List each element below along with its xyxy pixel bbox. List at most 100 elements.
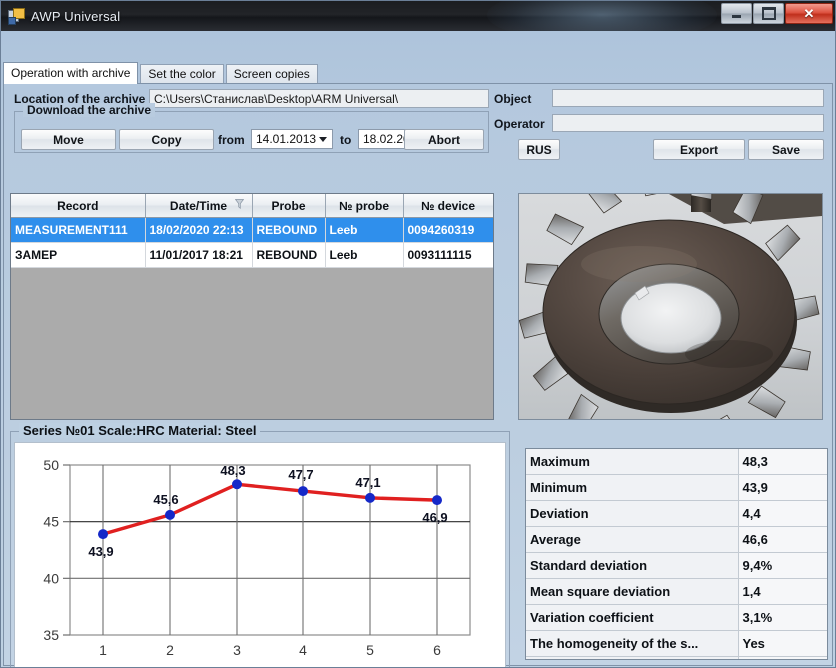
download-archive-group-title: Download the archive [23,103,155,117]
stats-label-homogeneity: The homogeneity of the s... [526,631,738,657]
specimen-photo [518,193,823,420]
point-label-4: 47,7 [288,467,313,482]
stats-label-variation-coefficient: Variation coefficient [526,605,738,631]
operator-input[interactable] [552,114,824,132]
stats-row-standard-deviation: Standard deviation 9,4% [526,553,827,579]
statistics-grid: Maximum 48,3 Minimum 43,9 Deviation 4,4 … [525,448,828,660]
stats-label-average: Average [526,527,738,553]
point-label-5: 47,1 [355,475,380,490]
records-grid-header-row: Record Date/Time Probe № probe [11,194,493,218]
cell-record: ЗАМЕР [11,243,145,268]
column-header-device-number-label: № device [421,199,475,213]
stats-label-maximum: Maximum [526,449,738,475]
stats-row-mean-square-deviation: Mean square deviation 1,4 [526,579,827,605]
svg-text:2: 2 [166,642,174,658]
stats-label-minimum: Minimum [526,475,738,501]
stats-label-standard-deviation: Standard deviation [526,553,738,579]
object-input[interactable] [552,89,824,107]
stats-row-deviation: Deviation 4,4 [526,501,827,527]
minimize-button[interactable] [721,3,752,24]
copy-button[interactable]: Copy [119,129,214,150]
stats-value-deviation: 4,4 [738,501,827,527]
cell-probe-number: Leeb [325,218,403,243]
from-date-value: 14.01.2013 [256,132,316,146]
svg-text:45: 45 [43,514,59,530]
column-header-record[interactable]: Record [11,194,145,218]
stats-value-standard-deviation: 9,4% [738,553,827,579]
column-header-probe-number[interactable]: № probe [325,194,403,218]
title-bar: AWP Universal ✕ [1,1,836,31]
stats-row-variation-coefficient: Variation coefficient 3,1% [526,605,827,631]
stats-row-maximum: Maximum 48,3 [526,449,827,475]
from-date-picker[interactable]: 14.01.2013 [251,129,333,149]
stats-value-number-of-measurements: 6 [738,657,827,661]
column-header-probe-number-label: № probe [339,199,389,213]
maximize-button[interactable] [753,3,784,24]
svg-text:35: 35 [43,627,59,643]
cell-date-time: 18/02/2020 22:13 [145,218,252,243]
operator-label: Operator [494,117,545,131]
cell-device-number: 0093111115 [403,243,493,268]
column-header-probe[interactable]: Probe [252,194,325,218]
stats-row-average: Average 46,6 [526,527,827,553]
stats-value-average: 46,6 [738,527,827,553]
cell-probe: REBOUND [252,218,325,243]
stats-label-deviation: Deviation [526,501,738,527]
table-row[interactable]: ЗАМЕР 11/01/2017 18:21 REBOUND Leeb 0093… [11,243,493,268]
stats-value-minimum: 43,9 [738,475,827,501]
tab-set-the-color[interactable]: Set the color [140,64,223,84]
series-group: Series №01 Scale:HRC Material: Steel [10,431,510,668]
stats-row-minimum: Minimum 43,9 [526,475,827,501]
stats-value-homogeneity: Yes [738,631,827,657]
column-header-date-time[interactable]: Date/Time [145,194,252,218]
tab-strip: Operation with archive Set the color Scr… [3,63,320,84]
point-label-2: 45,6 [153,492,178,507]
cell-device-number: 0094260319 [403,218,493,243]
archive-location-input[interactable]: C:\Users\Станислав\Desktop\ARM Universal… [149,89,489,108]
tab-screen-copies[interactable]: Screen copies [226,64,318,84]
move-button[interactable]: Move [21,129,116,150]
table-row[interactable]: MEASUREMENT111 18/02/2020 22:13 REBOUND … [11,218,493,243]
cell-date-time: 11/01/2017 18:21 [145,243,252,268]
measurement-chart: 50 45 40 35 1 2 3 4 5 [14,442,506,668]
svg-text:40: 40 [43,570,59,586]
window-title: AWP Universal [31,9,120,24]
tab-operation-with-archive[interactable]: Operation with archive [3,62,138,84]
cell-probe: REBOUND [252,243,325,268]
minimize-icon [732,15,741,18]
svg-text:6: 6 [433,642,441,658]
cell-probe-number: Leeb [325,243,403,268]
milling-cutter-image [519,194,822,419]
abort-button[interactable]: Abort [404,129,484,150]
stats-row-number-of-measurements: Number of measurements 6 [526,657,827,661]
filter-funnel-icon[interactable] [235,199,244,209]
records-grid[interactable]: Record Date/Time Probe № probe [10,193,494,420]
point-label-6: 46,9 [422,510,447,525]
stats-value-variation-coefficient: 3,1% [738,605,827,631]
column-header-record-label: Record [57,199,98,213]
column-header-date-time-label: Date/Time [170,199,227,213]
export-button[interactable]: Export [653,139,745,160]
series-group-title: Series №01 Scale:HRC Material: Steel [19,423,260,438]
stats-label-number-of-measurements: Number of measurements [526,657,738,661]
app-icon [8,8,24,24]
from-label: from [218,133,245,147]
svg-text:5: 5 [366,642,374,658]
stats-value-mean-square-deviation: 1,4 [738,579,827,605]
rus-language-button[interactable]: RUS [518,139,560,160]
column-header-device-number[interactable]: № device [403,194,493,218]
point-label-3: 48,3 [220,463,245,478]
to-label: to [340,133,351,147]
save-button[interactable]: Save [748,139,824,160]
svg-text:4: 4 [299,642,307,658]
application-window: AWP Universal ✕ Operation with archive S… [0,0,836,668]
chart-svg: 50 45 40 35 1 2 3 4 5 [15,443,505,668]
cell-record: MEASUREMENT111 [11,218,145,243]
maximize-icon [762,7,776,20]
object-label: Object [494,92,531,106]
window-controls: ✕ [720,3,833,24]
stats-row-homogeneity: The homogeneity of the s... Yes [526,631,827,657]
close-button[interactable]: ✕ [785,3,833,24]
svg-text:1: 1 [99,642,107,658]
chevron-down-icon [319,137,327,142]
